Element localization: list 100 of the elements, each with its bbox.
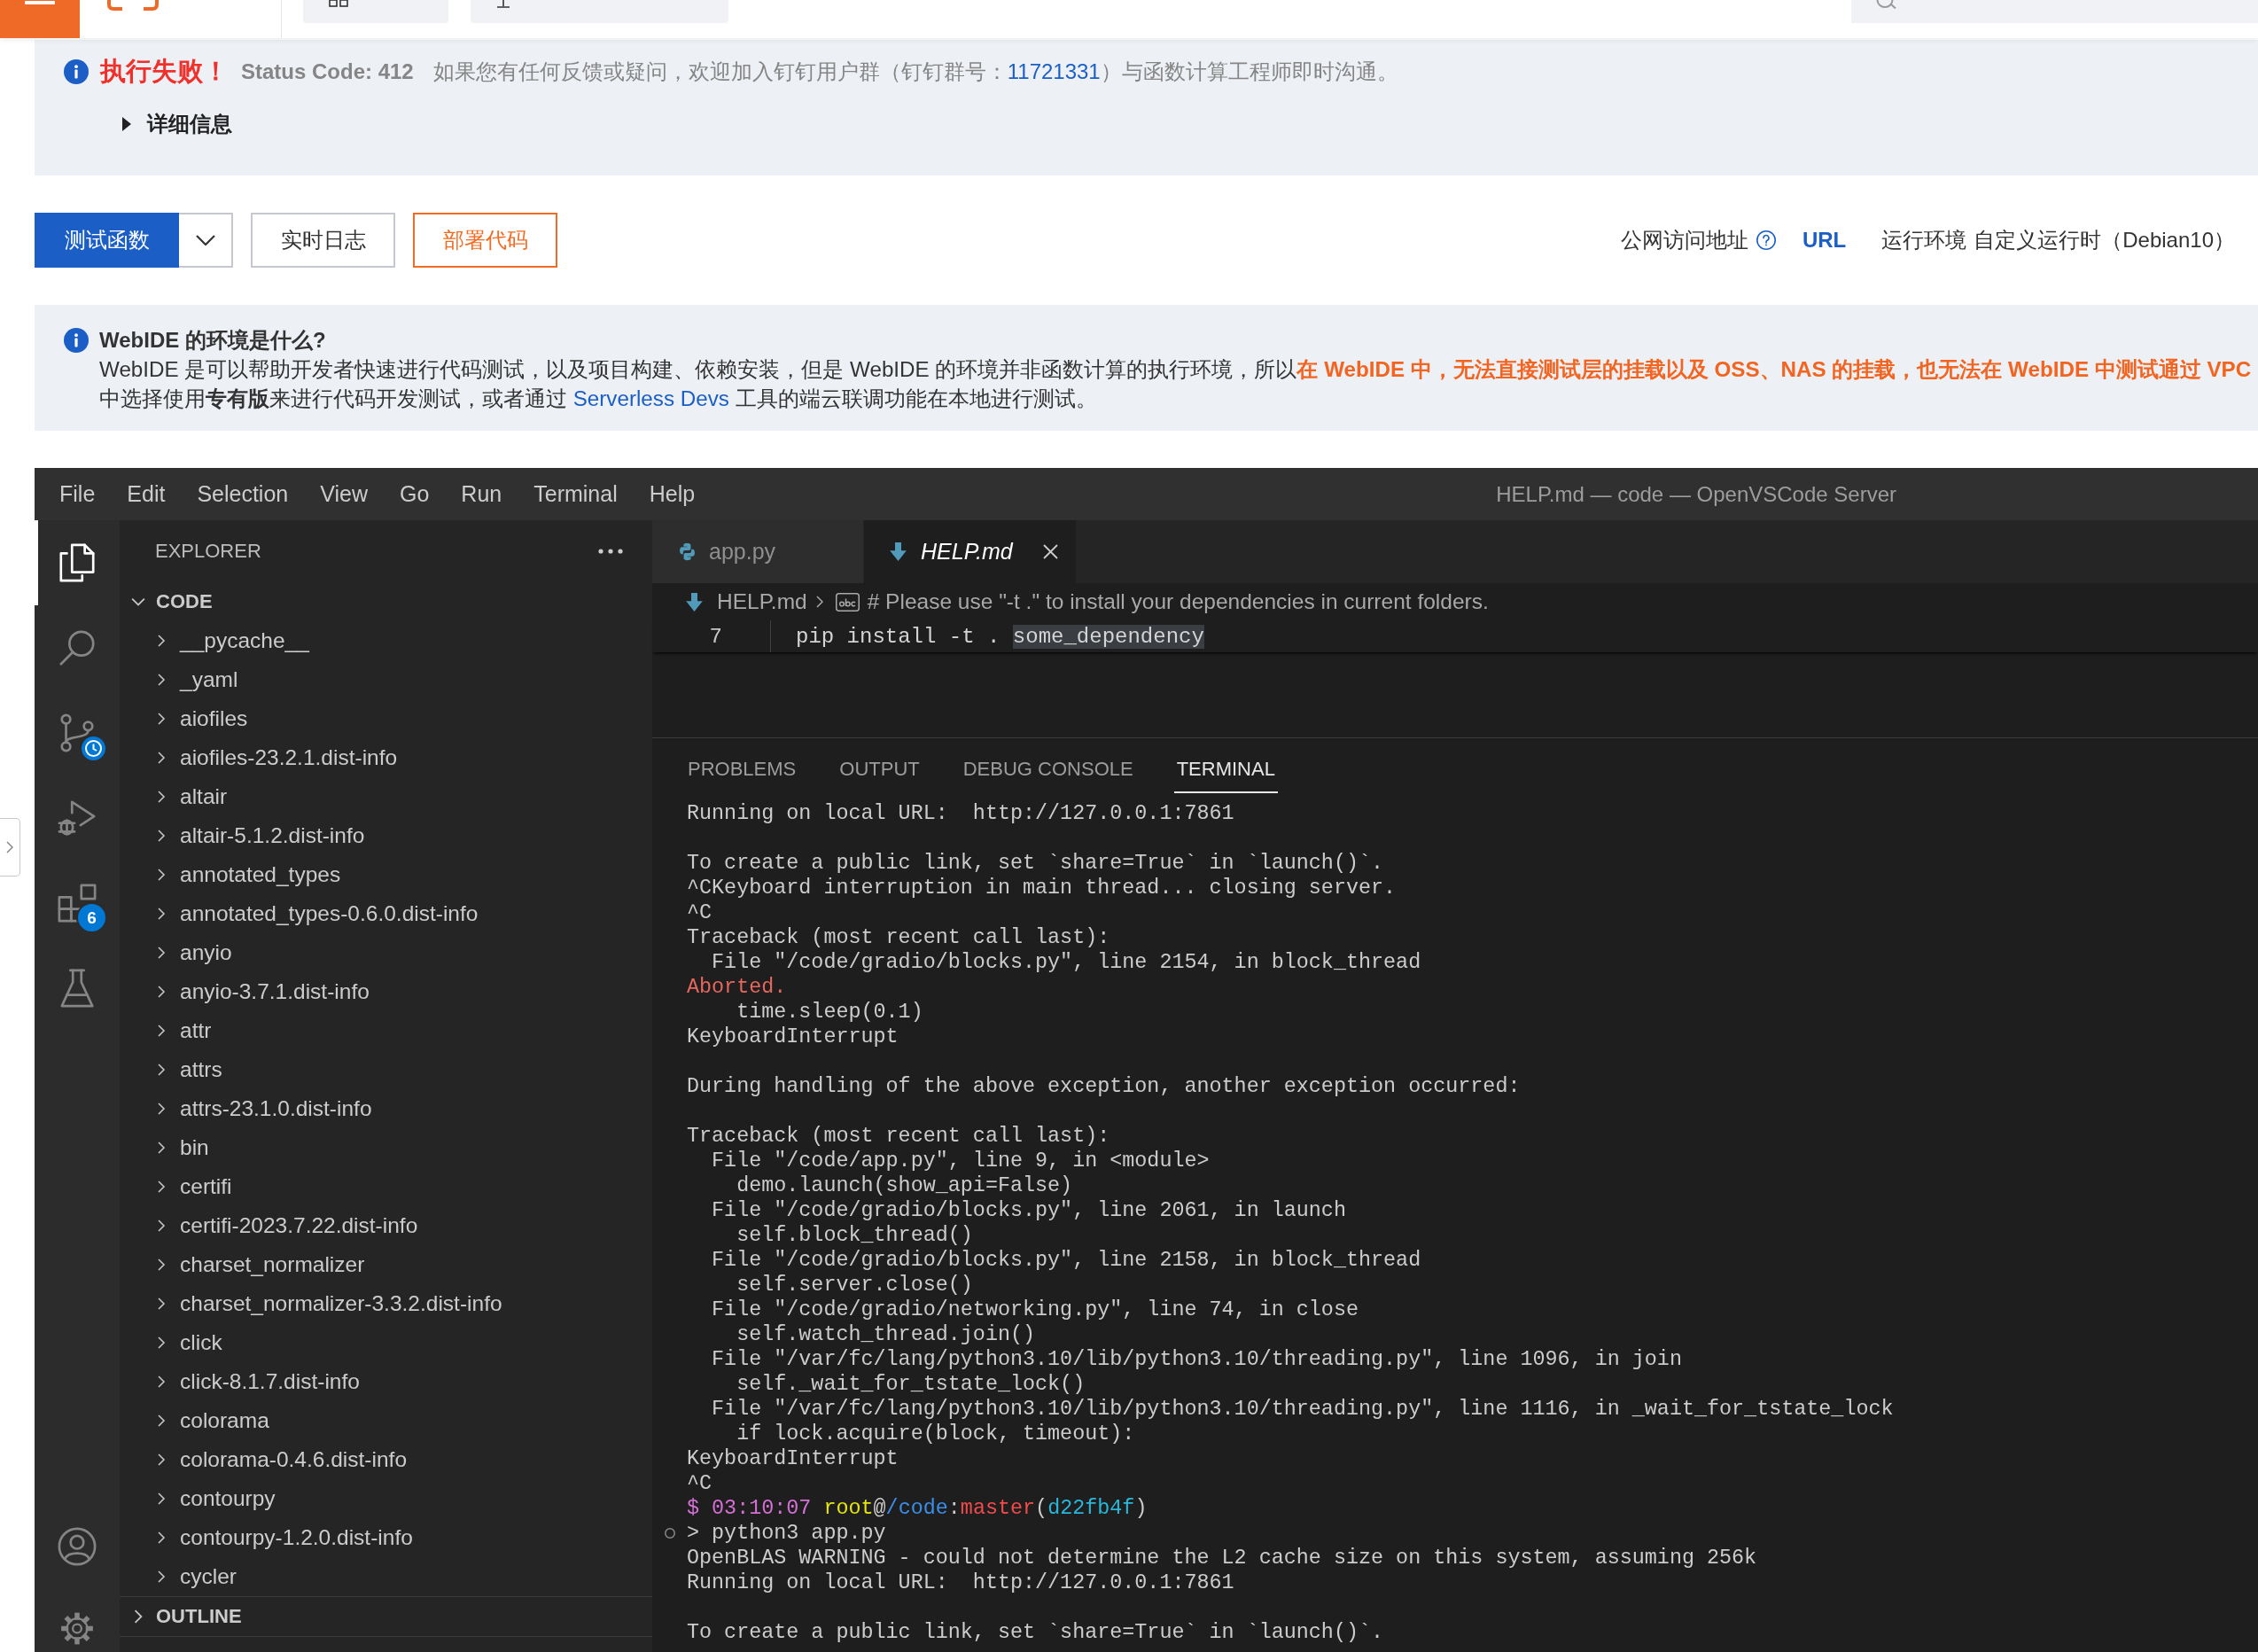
info-title: WebIDE 的环境是什么? [99, 327, 327, 354]
tree-item[interactable]: colorama-0.4.6.dist-info [120, 1440, 652, 1479]
tree-item[interactable]: attrs-23.1.0.dist-info [120, 1089, 652, 1128]
nav-button[interactable] [303, 0, 448, 23]
info-description: WebIDE 是可以帮助开发者快速进行代码测试，以及项目构建、依赖安装，但是 WebIDE 的环境并非函数计算的执行环境，所以在 WebIDE 中，无法直接测试层的挂载以及 OSS、NAS 的挂载，也无法在 WebIDE 中测试通过 VPC 中选择使用专有版来进行代码开发测试，或者通过 Serverless Devs 工具的端云联调功能在本地进行测试。 [99, 356, 2252, 412]
more-icon[interactable] [598, 549, 623, 554]
docs-link[interactable]: Serverless Devs [572, 386, 729, 410]
tree-item[interactable]: certifi [120, 1167, 652, 1206]
extensions-icon[interactable] [57, 883, 97, 923]
down-arrow-icon [686, 592, 703, 612]
menu-button[interactable] [0, 0, 80, 38]
terminal-line: File "/var/fc/lang/python3.10/lib/python3.10/threading.py", line 1116, in _wait_for_tstate_lock [711, 1397, 1894, 1422]
chevron-down-icon [195, 235, 215, 245]
details-toggle[interactable]: 详细信息 [122, 108, 232, 140]
string-symbol-icon [835, 592, 860, 612]
tree-item[interactable]: bin [120, 1128, 652, 1167]
panel-tab[interactable]: DEBUG CONSOLE [960, 747, 1136, 793]
menu-item[interactable]: File [43, 481, 112, 507]
menu-item[interactable]: Selection [181, 481, 305, 507]
terminal-line: File "/code/gradio/blocks.py", line 2158, in block_thread [711, 1248, 1421, 1273]
tree-item[interactable]: aiofiles-23.2.1.dist-info [120, 738, 652, 777]
menu-item[interactable]: Go [384, 481, 446, 507]
run-debug-icon[interactable] [57, 798, 97, 838]
url-link[interactable]: URL [1802, 228, 1847, 253]
terminal-line: demo.launch(show_api=False) [736, 1173, 1073, 1198]
tree-item[interactable]: charset_normalizer [120, 1245, 652, 1284]
action-button[interactable]: 实时日志 [251, 213, 395, 268]
search-icon [1876, 0, 1897, 9]
logo-icon [107, 0, 159, 11]
terminal-line: Running on local URL: http://127.0.0.1:7861 [687, 801, 1234, 826]
terminal-line: To create a public link, set `share=True` in `launch()`. [687, 851, 1384, 876]
tree-item[interactable]: click-8.1.7.dist-info [120, 1362, 652, 1401]
terminal-line: self.watch_thread.join() [736, 1322, 1036, 1347]
terminal-line: Traceback (most recent call last): [687, 1124, 1110, 1149]
terminal-line: File "/code/gradio/blocks.py", line 2154, in block_thread [711, 950, 1421, 975]
panel-tab[interactable]: OUTPUT [837, 747, 923, 793]
breadcrumb-item[interactable]: # Please use "-t ." to install your dependencies in current folders. [835, 589, 1489, 614]
tree-item[interactable]: contourpy [120, 1479, 652, 1518]
tree-item[interactable]: annotated_types [120, 855, 652, 894]
terminal-line: Running on local URL: http://127.0.0.1:7861 [687, 1570, 1234, 1595]
tree-item[interactable]: anyio [120, 933, 652, 972]
menu-item[interactable]: Edit [111, 481, 182, 507]
tree-item[interactable]: click [120, 1323, 652, 1362]
tree-item[interactable]: cycler [120, 1557, 652, 1596]
editor-tab[interactable]: app.py [652, 520, 864, 583]
tree-item[interactable]: attr [120, 1011, 652, 1050]
terminal-line: OpenBLAS WARNING - could not determine the L2 cache size on this system, assuming 256k [687, 1546, 1757, 1570]
expand-handle[interactable] [0, 818, 20, 877]
tree-item[interactable]: altair [120, 777, 652, 816]
info-icon [64, 59, 89, 84]
error-message: 如果您有任何反馈或疑问，欢迎加入钉钉用户群（钉钉群号：11721331）与函数计算工程师即时沟通。 [432, 58, 1398, 85]
tree-item[interactable]: __pycache__ [120, 621, 652, 660]
close-icon[interactable] [1043, 544, 1058, 559]
tree-item[interactable]: anyio-3.7.1.dist-info [120, 972, 652, 1011]
account-icon[interactable] [57, 1526, 97, 1567]
terminal-line: ^CKeyboard interruption in main thread... closing server. [687, 876, 1397, 900]
editor-tab[interactable]: HELP.md [864, 520, 1077, 583]
tree-item[interactable]: annotated_types-0.6.0.dist-info [120, 894, 652, 933]
panel-tab[interactable]: PROBLEMS [685, 747, 799, 793]
tree-item[interactable]: contourpy-1.2.0.dist-info [120, 1518, 652, 1557]
terminal-line: KeyboardInterrupt [687, 1446, 899, 1471]
terminal-line: File "/code/gradio/networking.py", line 74, in close [711, 1297, 1359, 1322]
endpoint-label: 公网访问地址 [1620, 227, 1748, 253]
code-line: pip install -t . some_dependency [796, 624, 1204, 649]
terminal-line: File "/code/gradio/blocks.py", line 2061, in launch [711, 1198, 1346, 1223]
group-number-link[interactable]: 11721331 [1007, 59, 1101, 83]
status-code: Status Code: 412 [241, 59, 414, 84]
terminal-line: self._wait_for_tstate_lock() [736, 1372, 1086, 1397]
tree-item[interactable]: attrs [120, 1050, 652, 1089]
terminal-line: self.block_thread() [736, 1223, 973, 1248]
runtime-label: 运行环境 [1881, 227, 1967, 253]
terminal-line: Aborted. [687, 975, 787, 1000]
terminal-line: To create a public link, set `share=True` in `launch()`. [687, 1620, 1384, 1645]
help-icon[interactable] [1756, 230, 1776, 250]
tree-item[interactable]: altair-5.1.2.dist-info [120, 816, 652, 855]
terminal-line: Traceback (most recent call last): [687, 925, 1110, 950]
command-marker-icon [665, 1528, 675, 1539]
chevron-right-icon [6, 841, 13, 853]
panel-tab[interactable]: TERMINAL [1173, 747, 1278, 793]
search-field[interactable] [1851, 0, 2258, 23]
terminal-line: KeyboardInterrupt [687, 1025, 899, 1049]
section-header[interactable]: CODE [120, 582, 652, 621]
tree-item[interactable]: colorama [120, 1401, 652, 1440]
window-title: HELP.md — code — OpenVSCode Server [1496, 481, 1896, 507]
breadcrumb-item[interactable]: HELP.md [686, 589, 807, 614]
menu-item[interactable]: Help [633, 481, 712, 507]
action-button[interactable]: 测试函数 [35, 213, 179, 268]
tree-item[interactable]: charset_normalizer-3.3.2.dist-info [120, 1284, 652, 1323]
menu-item[interactable]: Terminal [518, 481, 634, 507]
terminal-line: if lock.acquire(block, timeout): [736, 1422, 1135, 1446]
terminal-line: File "/code/app.py", line 9, in <module> [711, 1149, 1210, 1173]
files-icon[interactable] [57, 542, 97, 583]
tree-item[interactable]: _yaml [120, 660, 652, 699]
menu-item[interactable]: View [304, 481, 384, 507]
count-badge: 6 [78, 904, 105, 931]
tree-item[interactable]: aiofiles [120, 699, 652, 738]
section-header[interactable]: OUTLINE [120, 1597, 652, 1636]
menu-item[interactable]: Run [445, 481, 518, 507]
tree-item[interactable]: certifi-2023.7.22.dist-info [120, 1206, 652, 1245]
terminal-line: ^C [687, 900, 712, 925]
